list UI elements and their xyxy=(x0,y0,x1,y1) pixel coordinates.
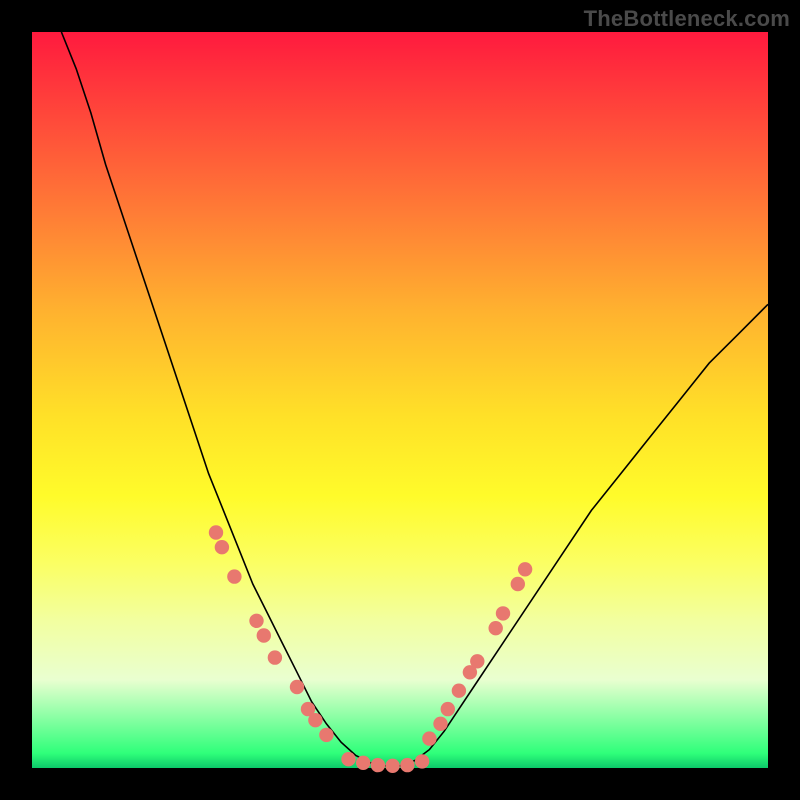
data-dot xyxy=(496,606,510,620)
data-dot xyxy=(441,702,455,716)
bottleneck-chart xyxy=(32,32,768,768)
data-dot xyxy=(470,654,484,668)
data-dot xyxy=(227,569,241,583)
data-dot xyxy=(268,650,282,664)
data-dot xyxy=(518,562,532,576)
data-dot xyxy=(385,759,399,773)
data-dot xyxy=(422,731,436,745)
data-dot xyxy=(511,577,525,591)
data-dot xyxy=(249,614,263,628)
data-dot xyxy=(356,756,370,770)
data-dot xyxy=(415,754,429,768)
data-dot xyxy=(400,758,414,772)
data-dot xyxy=(290,680,304,694)
bottleneck-curve xyxy=(61,32,768,766)
data-dot xyxy=(215,540,229,554)
data-dot xyxy=(209,525,223,539)
data-dot xyxy=(489,621,503,635)
data-dot xyxy=(257,628,271,642)
data-dot xyxy=(341,752,355,766)
data-dot xyxy=(319,728,333,742)
data-dot xyxy=(452,684,466,698)
data-dot xyxy=(308,713,322,727)
data-dot xyxy=(371,758,385,772)
curve-dots xyxy=(209,525,533,773)
watermark-text: TheBottleneck.com xyxy=(584,6,790,32)
data-dot xyxy=(433,717,447,731)
